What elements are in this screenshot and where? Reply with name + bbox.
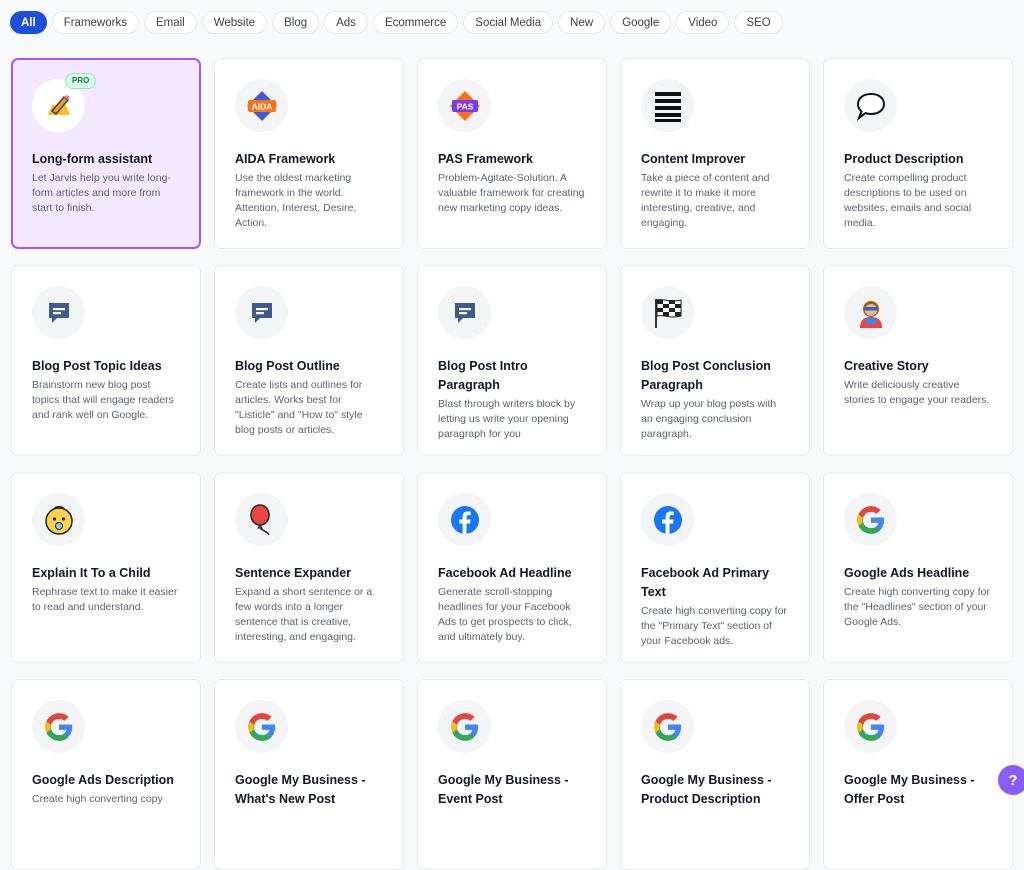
google-icon	[641, 700, 694, 753]
template-card[interactable]: Blog Post Outline Create lists and outlin…	[214, 265, 404, 456]
template-card[interactable]: Explain It To a Child Rephrase text to ma…	[11, 472, 201, 663]
card-title: AIDA Framework	[235, 152, 336, 166]
template-card[interactable]: PAS PAS Framework Problem-Agitate-Solution…	[417, 58, 607, 249]
card-title: Google My Business - Offer Post	[844, 773, 975, 806]
card-title: Facebook Ad Primary Text	[641, 566, 770, 599]
card-title: Explain It To a Child	[32, 566, 151, 580]
card-title: Google Ads Headline	[844, 566, 970, 580]
card-description: Wrap up your blog posts with an engaging…	[641, 398, 777, 440]
speech-bubble-icon	[844, 79, 897, 132]
template-card[interactable]: Google My Business - Event Post	[417, 679, 607, 870]
card-title: Blog Post Outline	[235, 359, 340, 373]
card-description: Problem-Agitate-Solution. A valuable fra…	[438, 172, 585, 214]
google-icon	[235, 700, 288, 753]
template-card[interactable]: Blog Post Conclusion Paragraph Wrap up yo…	[620, 265, 810, 456]
card-title: Product Description	[844, 152, 964, 166]
google-icon	[844, 700, 897, 753]
filter-chip-social-media[interactable]: Social Media	[463, 11, 554, 34]
facebook-icon	[641, 493, 694, 546]
pas-icon: PAS	[438, 79, 491, 132]
card-description: Create high converting copy for the "Pri…	[641, 605, 787, 647]
filter-chip-website[interactable]: Website	[201, 11, 268, 34]
card-description: Generate scroll-stopping headlines for y…	[438, 586, 572, 643]
template-card[interactable]: Product Description Create compelling pro…	[823, 58, 1013, 249]
card-title: Google Ads Description	[32, 773, 174, 787]
card-description: Rephrase text to make it easier to read …	[32, 586, 178, 613]
card-title: Content Improver	[641, 152, 746, 166]
template-card[interactable]: Google Ads Headline Create high convertin…	[823, 472, 1013, 663]
filter-chip-blog[interactable]: Blog	[272, 11, 320, 34]
template-card[interactable]: Creative Story Write deliciously creative…	[823, 265, 1013, 456]
baby-icon	[32, 493, 85, 546]
template-card[interactable]: Blog Post Intro Paragraph Blast through w…	[417, 265, 607, 456]
card-description: Use the oldest marketing framework in th…	[235, 172, 357, 229]
card-title: Creative Story	[844, 359, 929, 373]
svg-text:AIDA: AIDA	[251, 101, 272, 111]
template-card[interactable]: Content Improver Take a piece of content …	[620, 58, 810, 249]
card-title: Google My Business - Product Description	[641, 773, 772, 806]
aida-icon: AIDA	[235, 79, 288, 132]
card-title: Sentence Expander	[235, 566, 352, 580]
card-description: Create high converting copy	[32, 793, 163, 805]
card-description: Blast through writers block by letting u…	[438, 398, 576, 440]
card-description: Brainstorm new blog post topics that wil…	[32, 379, 174, 421]
card-description: Write deliciously creative stories to en…	[844, 379, 990, 406]
filter-chip-video[interactable]: Video	[676, 11, 730, 34]
filter-chip-email[interactable]: Email	[143, 11, 197, 34]
template-grid: PRO Long-form assistant Let Jarvis help yo…	[11, 58, 1013, 870]
superhero-icon	[844, 286, 897, 339]
card-title: Long-form assistant	[32, 152, 153, 166]
card-title: Google My Business - Event Post	[438, 773, 569, 806]
card-title: Facebook Ad Headline	[438, 566, 572, 580]
pro-badge: PRO	[65, 73, 97, 89]
card-title: Google My Business - What's New Post	[235, 773, 366, 806]
facebook-icon	[438, 493, 491, 546]
card-title: Blog Post Topic Ideas	[32, 359, 162, 373]
lines-icon	[641, 79, 694, 132]
balloon-icon	[235, 493, 288, 546]
template-card[interactable]: Facebook Ad Primary Text Create high conv…	[620, 472, 810, 663]
card-description: Take a piece of content and rewrite it t…	[641, 172, 770, 229]
google-icon	[438, 700, 491, 753]
filter-chip-ecommerce[interactable]: Ecommerce	[372, 11, 459, 34]
filter-chip-frameworks[interactable]: Frameworks	[51, 11, 139, 34]
card-title: PAS Framework	[438, 152, 533, 166]
card-description: Create lists and outlines for articles. …	[235, 379, 363, 436]
help-button[interactable]: ?	[998, 765, 1024, 795]
checkered-flag-icon	[641, 286, 694, 339]
svg-text:PAS: PAS	[456, 101, 473, 111]
card-description: Create compelling product descriptions t…	[844, 172, 972, 229]
template-card[interactable]: Google My Business - Offer Post	[823, 679, 1013, 870]
category-filter-bar: All Frameworks Email Website Blog Ads Ecommerc…	[10, 11, 783, 34]
card-description: Create high converting copy for the "Hea…	[844, 586, 990, 628]
template-card[interactable]: Blog Post Topic Ideas Brainstorm new blog…	[11, 265, 201, 456]
message-icon	[32, 286, 85, 339]
google-icon	[844, 493, 897, 546]
card-title: Blog Post Conclusion Paragraph	[641, 359, 771, 392]
card-description: Let Jarvis help you write long-form arti…	[32, 172, 171, 214]
template-card[interactable]: Google My Business - What's New Post	[214, 679, 404, 870]
message-icon	[235, 286, 288, 339]
message-icon	[438, 286, 491, 339]
template-card[interactable]: Facebook Ad Headline Generate scroll-stop…	[417, 472, 607, 663]
google-icon	[32, 700, 85, 753]
filter-chip-seo[interactable]: SEO	[734, 11, 783, 34]
filter-chip-all[interactable]: All	[10, 11, 47, 34]
template-card[interactable]: PRO Long-form assistant Let Jarvis help yo…	[11, 58, 201, 249]
template-card[interactable]: Sentence Expander Expand a short sentence…	[214, 472, 404, 663]
template-card[interactable]: AIDA AIDA Framework Use the oldest marketi…	[214, 58, 404, 249]
filter-chip-new[interactable]: New	[558, 11, 606, 34]
card-title: Blog Post Intro Paragraph	[438, 359, 528, 392]
card-description: Expand a short sentence or a few words i…	[235, 586, 373, 643]
filter-chip-ads[interactable]: Ads	[324, 11, 368, 34]
template-card[interactable]: Google Ads Description Create high conver…	[11, 679, 201, 870]
filter-chip-google[interactable]: Google	[610, 11, 672, 34]
template-card[interactable]: Google My Business - Product Description	[620, 679, 810, 870]
